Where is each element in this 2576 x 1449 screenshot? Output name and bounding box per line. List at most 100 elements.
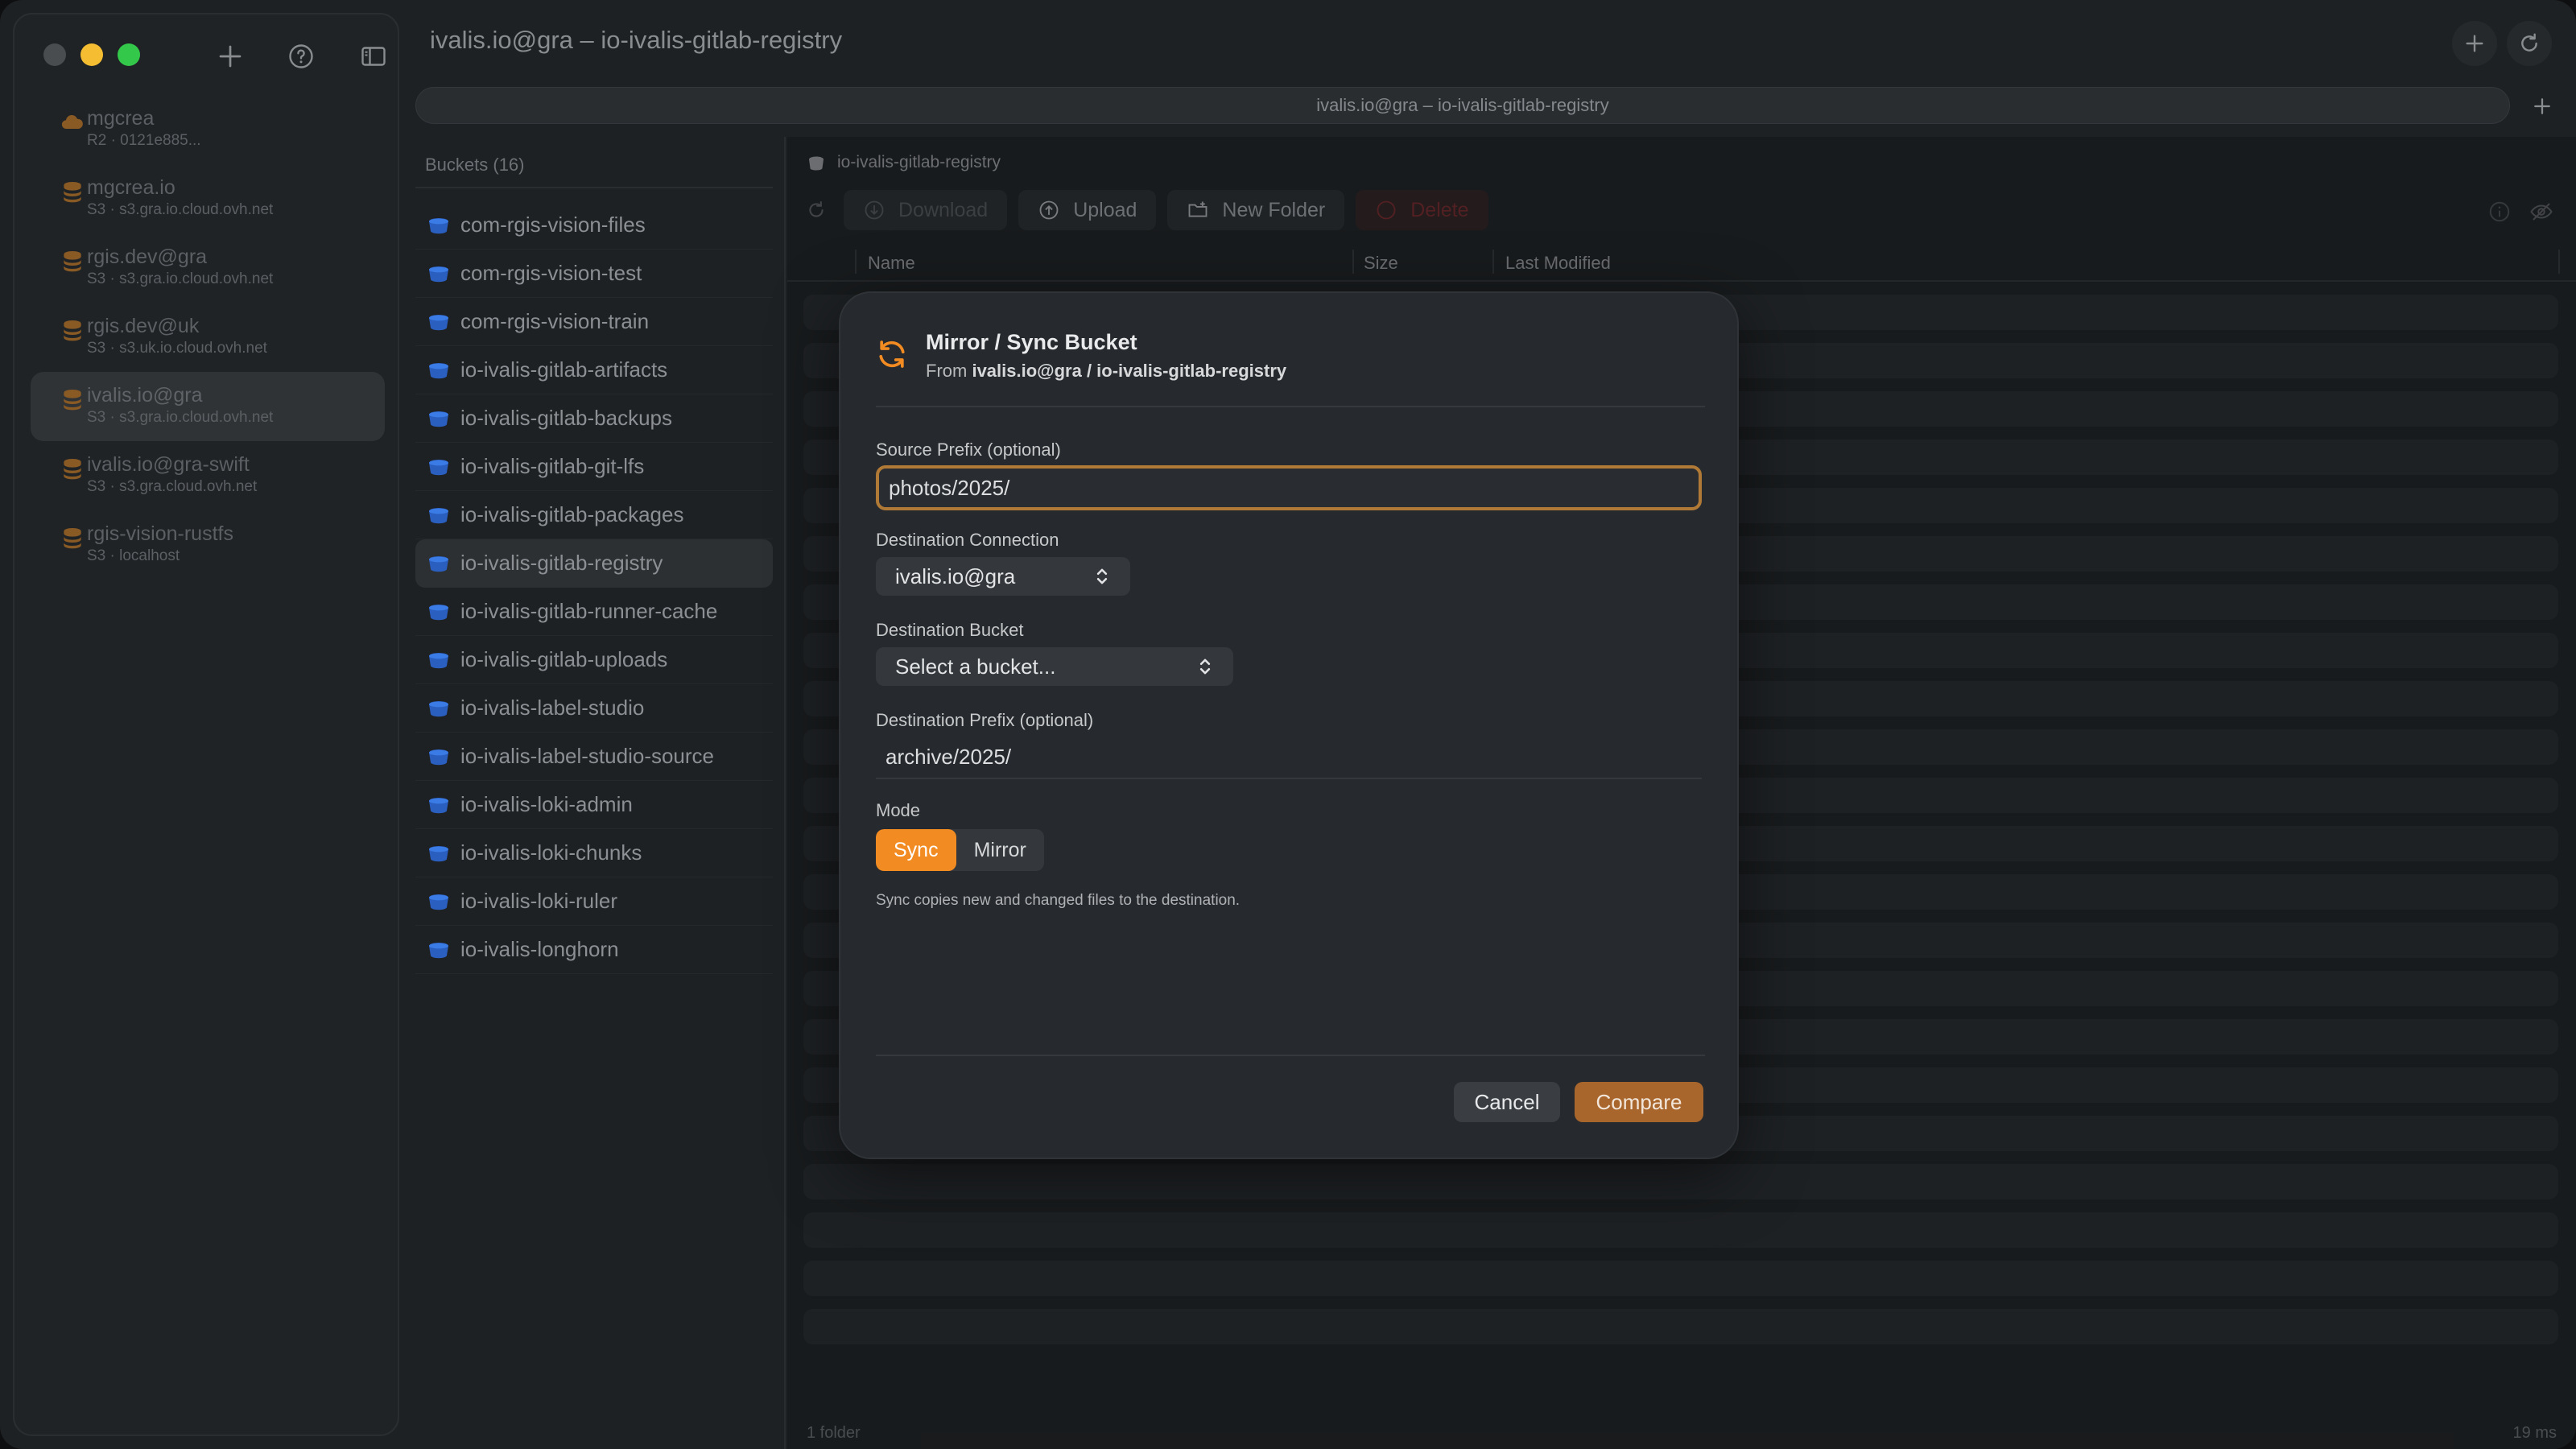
divider bbox=[876, 406, 1705, 407]
connection-item[interactable]: mgcrea R2 · 0121e885... bbox=[31, 95, 385, 164]
connection-endpoint: S3 · s3.gra.cloud.ovh.net bbox=[87, 478, 258, 495]
connection-endpoint: S3 · s3.uk.io.cloud.ovh.net bbox=[87, 340, 267, 357]
chevron-updown-icon bbox=[1199, 658, 1211, 675]
cloud-icon bbox=[61, 114, 83, 130]
bucket-item[interactable]: io-ivalis-loki-chunks bbox=[415, 829, 773, 877]
bucket-icon bbox=[429, 266, 448, 283]
cancel-button[interactable]: Cancel bbox=[1454, 1082, 1560, 1122]
server-icon bbox=[64, 459, 81, 480]
bucket-name: io-ivalis-gitlab-git-lfs bbox=[460, 454, 645, 478]
bucket-item[interactable]: com-rgis-vision-files bbox=[415, 201, 773, 250]
destination-prefix-value: archive/2025/ bbox=[886, 744, 1012, 769]
connection-item[interactable]: rgis.dev@gra S3 · s3.gra.io.cloud.ovh.net bbox=[31, 233, 385, 303]
bucket-icon bbox=[429, 218, 448, 234]
bucket-name: io-ivalis-loki-ruler bbox=[460, 889, 618, 913]
bucket-name: io-ivalis-gitlab-registry bbox=[460, 551, 663, 575]
refresh-icon bbox=[2521, 33, 2537, 52]
bucket-name: io-ivalis-gitlab-backups bbox=[460, 406, 672, 430]
mode-mirror-option[interactable]: Mirror bbox=[956, 829, 1044, 871]
add-tab-button[interactable] bbox=[2526, 90, 2558, 122]
bucket-icon bbox=[429, 943, 448, 959]
source-prefix-value: photos/2025/ bbox=[889, 475, 1010, 500]
add-connection-button[interactable] bbox=[213, 39, 248, 74]
mode-sync-option[interactable]: Sync bbox=[876, 829, 956, 871]
destination-connection-select[interactable]: ivalis.io@gra bbox=[876, 557, 1130, 596]
destination-bucket-select[interactable]: Select a bucket... bbox=[876, 647, 1233, 686]
bucket-icon bbox=[429, 460, 448, 476]
server-icon bbox=[64, 528, 81, 549]
divider bbox=[415, 187, 773, 188]
bucket-name: com-rgis-vision-files bbox=[460, 213, 646, 237]
destination-prefix-input[interactable]: archive/2025/ bbox=[876, 736, 1702, 779]
bucket-icon bbox=[429, 556, 448, 572]
bucket-item[interactable]: com-rgis-vision-test bbox=[415, 250, 773, 298]
dialog-source: From ivalis.io@gra / io-ivalis-gitlab-re… bbox=[926, 361, 1286, 382]
bucket-name: io-ivalis-loki-chunks bbox=[460, 840, 642, 865]
server-icon bbox=[64, 390, 81, 411]
compare-button[interactable]: Compare bbox=[1575, 1082, 1703, 1122]
window-maximize-button[interactable] bbox=[118, 43, 140, 66]
connection-name: mgcrea bbox=[87, 107, 155, 130]
destination-connection-value: ivalis.io@gra bbox=[895, 564, 1016, 588]
bucket-item[interactable]: io-ivalis-gitlab-backups bbox=[415, 394, 773, 443]
bucket-name: io-ivalis-label-studio bbox=[460, 696, 645, 720]
bucket-item[interactable]: io-ivalis-gitlab-artifacts bbox=[415, 346, 773, 394]
connection-item[interactable]: mgcrea.io S3 · s3.gra.io.cloud.ovh.net bbox=[31, 164, 385, 233]
dialog-source-value: ivalis.io@gra / io-ivalis-gitlab-registr… bbox=[972, 361, 1287, 381]
plus-icon bbox=[219, 45, 242, 68]
window-minimize-button[interactable] bbox=[80, 43, 103, 66]
window-close-button[interactable] bbox=[43, 43, 66, 66]
bucket-item[interactable]: io-ivalis-label-studio-source bbox=[415, 733, 773, 781]
connection-list: mgcrea R2 · 0121e885... mgcrea.io S3 · s3.g… bbox=[31, 95, 385, 580]
source-prefix-label: Source Prefix (optional) bbox=[876, 440, 1061, 460]
refresh-window-button[interactable] bbox=[2507, 21, 2552, 66]
bucket-icon bbox=[429, 315, 448, 331]
help-button[interactable] bbox=[283, 39, 319, 74]
new-tab-button[interactable] bbox=[2452, 21, 2497, 66]
mode-label: Mode bbox=[876, 800, 921, 820]
mode-segmented-control: Sync Mirror bbox=[876, 829, 1044, 871]
mirror-sync-dialog: Mirror / Sync Bucket From ivalis.io@gra … bbox=[839, 291, 1739, 1159]
bucket-icon bbox=[429, 508, 448, 524]
bucket-item[interactable]: io-ivalis-gitlab-registry bbox=[415, 539, 773, 588]
bucket-item[interactable]: com-rgis-vision-train bbox=[415, 298, 773, 346]
bucket-icon bbox=[429, 605, 448, 621]
bucket-item[interactable]: io-ivalis-gitlab-packages bbox=[415, 491, 773, 539]
bucket-item[interactable]: io-ivalis-gitlab-runner-cache bbox=[415, 588, 773, 636]
connection-endpoint: S3 · s3.gra.io.cloud.ovh.net bbox=[87, 409, 274, 426]
mode-description: Sync copies new and changed files to the… bbox=[876, 892, 1241, 909]
buckets-header: Buckets (16) bbox=[425, 155, 525, 175]
bucket-name: io-ivalis-gitlab-artifacts bbox=[460, 357, 668, 382]
plus-icon bbox=[2534, 98, 2550, 114]
destination-bucket-value: Select a bucket... bbox=[895, 654, 1056, 679]
connection-name: ivalis.io@gra-swift bbox=[87, 453, 250, 476]
buckets-panel: Buckets (16) com-rgis-vision-files com-rg… bbox=[402, 137, 786, 1449]
connection-item[interactable]: rgis.dev@uk S3 · s3.uk.io.cloud.ovh.net bbox=[31, 303, 385, 372]
bucket-item[interactable]: io-ivalis-gitlab-uploads bbox=[415, 636, 773, 684]
connection-item[interactable]: ivalis.io@gra-swift S3 · s3.gra.cloud.ovh… bbox=[31, 441, 385, 510]
connection-name: rgis-vision-rustfs bbox=[87, 522, 233, 545]
connection-item[interactable]: ivalis.io@gra S3 · s3.gra.io.cloud.ovh.ne… bbox=[31, 372, 385, 441]
bucket-name: io-ivalis-gitlab-packages bbox=[460, 502, 684, 526]
bucket-item[interactable]: io-ivalis-loki-ruler bbox=[415, 877, 773, 926]
tab-current[interactable]: ivalis.io@gra – io-ivalis-gitlab-registr… bbox=[415, 87, 2510, 124]
server-icon bbox=[64, 182, 81, 203]
connection-item[interactable]: rgis-vision-rustfs S3 · localhost bbox=[31, 510, 385, 580]
connection-endpoint: S3 · s3.gra.io.cloud.ovh.net bbox=[87, 270, 274, 287]
connections-sidebar: mgcrea R2 · 0121e885... mgcrea.io S3 · s3.g… bbox=[13, 13, 399, 1436]
sidebar-icon bbox=[361, 47, 386, 66]
destination-connection-label: Destination Connection bbox=[876, 530, 1059, 550]
connection-endpoint: R2 · 0121e885... bbox=[87, 132, 201, 149]
source-prefix-input[interactable]: photos/2025/ bbox=[876, 465, 1702, 510]
bucket-item[interactable]: io-ivalis-gitlab-git-lfs bbox=[415, 443, 773, 491]
bucket-item[interactable]: io-ivalis-loki-admin bbox=[415, 781, 773, 829]
bucket-item[interactable]: io-ivalis-longhorn bbox=[415, 926, 773, 974]
bucket-item[interactable]: io-ivalis-label-studio bbox=[415, 684, 773, 733]
destination-bucket-label: Destination Bucket bbox=[876, 620, 1024, 640]
server-icon bbox=[64, 320, 81, 341]
toggle-sidebar-button[interactable] bbox=[356, 39, 391, 74]
connection-endpoint: S3 · s3.gra.io.cloud.ovh.net bbox=[87, 201, 274, 218]
chevron-updown-icon bbox=[1096, 568, 1108, 584]
help-icon bbox=[289, 44, 313, 68]
bucket-icon bbox=[429, 363, 448, 379]
